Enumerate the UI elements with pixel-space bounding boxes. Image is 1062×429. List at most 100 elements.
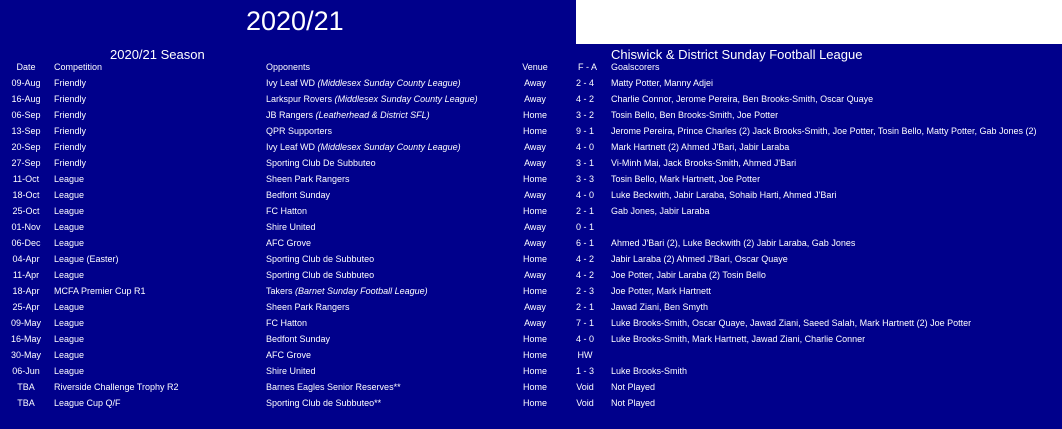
fixture-venue: Away bbox=[524, 94, 546, 104]
table-row: 25-Oct League FC Hatton Home 2 - 1 Gab Jones,… bbox=[0, 203, 1062, 219]
fixture-score: 3 - 1 bbox=[575, 158, 594, 168]
fixture-competition: Friendly bbox=[54, 142, 87, 152]
fixture-score: 2 - 4 bbox=[575, 78, 594, 88]
fixture-date: 16-May bbox=[10, 334, 41, 344]
table-row: 13-Sep Friendly QPR Supporters Home 9 - 1 Jer… bbox=[0, 123, 1062, 139]
fixture-venue: Away bbox=[524, 270, 546, 280]
fixture-competition: League bbox=[54, 302, 85, 312]
column-header-date: Date bbox=[16, 62, 36, 72]
fixture-date: 25-Apr bbox=[12, 302, 40, 312]
opponent-name: Sporting Club de Subbuteo** bbox=[266, 398, 382, 408]
fixture-competition: Friendly bbox=[54, 94, 87, 104]
opponent-name: Sheen Park Rangers bbox=[266, 302, 350, 312]
fixtures-table: Date Competition Opponents Venue F - A G… bbox=[0, 60, 1062, 411]
fixture-score: 6 - 1 bbox=[575, 238, 594, 248]
fixture-competition: League bbox=[54, 174, 85, 184]
fixture-competition: Friendly bbox=[54, 78, 87, 88]
fixture-competition: MCFA Premier Cup R1 bbox=[54, 286, 146, 296]
fixture-opponent: Sporting Club De Subbuteo bbox=[266, 155, 376, 171]
fixture-score: 4 - 0 bbox=[575, 142, 594, 152]
fixture-goalscorers: Ahmed J'Bari (2), Luke Beckwith (2) Jabi… bbox=[611, 238, 856, 248]
fixture-date: 27-Sep bbox=[11, 158, 41, 168]
fixture-goalscorers: Mark Hartnett (2) Ahmed J'Bari, Jabir La… bbox=[611, 142, 790, 152]
fixture-competition: League bbox=[54, 238, 85, 248]
fixture-venue: Away bbox=[524, 158, 546, 168]
table-row: 06-Sep Friendly JB Rangers (Leatherhead & … bbox=[0, 107, 1062, 123]
fixture-score: 0 - 1 bbox=[575, 222, 594, 232]
fixture-score: 4 - 0 bbox=[575, 190, 594, 200]
fixture-goalscorers: Luke Brooks-Smith bbox=[611, 366, 688, 376]
fixture-opponent: JB Rangers (Leatherhead & District SFL) bbox=[266, 107, 430, 123]
header-blank-panel bbox=[576, 0, 1062, 44]
opponent-name: FC Hatton bbox=[266, 318, 308, 328]
fixture-venue: Home bbox=[522, 174, 547, 184]
fixture-venue: Away bbox=[524, 142, 546, 152]
fixture-opponent: AFC Grove bbox=[266, 235, 311, 251]
fixture-goalscorers: Jawad Ziani, Ben Smyth bbox=[611, 302, 709, 312]
fixture-date: TBA bbox=[17, 398, 35, 408]
fixture-goalscorers: Not Played bbox=[611, 398, 656, 408]
fixture-venue: Home bbox=[522, 110, 547, 120]
opponent-name: JB Rangers bbox=[266, 110, 314, 120]
fixture-competition: Friendly bbox=[54, 110, 87, 120]
fixture-score: Void bbox=[576, 382, 594, 392]
fixture-date: 06-Jun bbox=[12, 366, 40, 376]
fixture-goalscorers: Vi-Minh Mai, Jack Brooks-Smith, Ahmed J'… bbox=[611, 158, 797, 168]
fixture-competition: League bbox=[54, 206, 85, 216]
page-title: 2020/21 bbox=[246, 6, 344, 36]
table-row: 09-Aug Friendly Ivy Leaf WD (Middlesex Sun… bbox=[0, 75, 1062, 91]
fixture-score: 3 - 2 bbox=[575, 110, 594, 120]
opponent-name: Larkspur Rovers bbox=[266, 94, 333, 104]
fixture-competition: League bbox=[54, 270, 85, 280]
fixture-goalscorers: Tosin Bello, Mark Hartnett, Joe Potter bbox=[611, 174, 761, 184]
fixture-opponent: Bedfont Sunday bbox=[266, 331, 330, 347]
fixture-goalscorers: Not Played bbox=[611, 382, 656, 392]
opponent-name: Sporting Club de Subbuteo bbox=[266, 270, 375, 280]
fixture-goalscorers: Gab Jones, Jabir Laraba bbox=[611, 206, 710, 216]
opponent-name: FC Hatton bbox=[266, 206, 308, 216]
table-row: 18-Apr MCFA Premier Cup R1 Takers (Barnet … bbox=[0, 283, 1062, 299]
fixture-score: 9 - 1 bbox=[575, 126, 594, 136]
fixture-opponent: Sheen Park Rangers bbox=[266, 299, 350, 315]
table-row: 09-May League FC Hatton Away 7 - 1 Luke Brook… bbox=[0, 315, 1062, 331]
fixture-date: 09-Aug bbox=[11, 78, 41, 88]
opponent-name: Shire United bbox=[266, 366, 316, 376]
opponent-name: Ivy Leaf WD bbox=[266, 142, 316, 152]
fixture-venue: Home bbox=[522, 254, 547, 264]
table-row: TBA Riverside Challenge Trophy R2 Barnes E… bbox=[0, 379, 1062, 395]
fixture-goalscorers: Luke Brooks-Smith, Oscar Quaye, Jawad Zi… bbox=[611, 318, 972, 328]
fixture-score: 1 - 3 bbox=[575, 366, 594, 376]
table-row: TBA League Cup Q/F Sporting Club de Subbut… bbox=[0, 395, 1062, 411]
fixture-opponent: Shire United bbox=[266, 363, 316, 379]
opponent-name: Sheen Park Rangers bbox=[266, 174, 350, 184]
fixture-venue: Home bbox=[522, 286, 547, 296]
table-row: 25-Apr League Sheen Park Rangers Away 2 - 1 J… bbox=[0, 299, 1062, 315]
fixture-venue: Home bbox=[522, 126, 547, 136]
fixture-date: 06-Sep bbox=[11, 110, 41, 120]
fixture-score: 2 - 1 bbox=[575, 302, 594, 312]
fixture-opponent: FC Hatton bbox=[266, 203, 307, 219]
fixture-venue: Home bbox=[522, 206, 547, 216]
fixture-date: 18-Oct bbox=[12, 190, 40, 200]
fixture-goalscorers: Tosin Bello, Ben Brooks-Smith, Joe Potte… bbox=[611, 110, 779, 120]
opponent-name: Shire United bbox=[266, 222, 316, 232]
fixture-score: 2 - 1 bbox=[575, 206, 594, 216]
opponent-name: Barnes Eagles Senior Reserves** bbox=[266, 382, 401, 392]
fixture-score: HW bbox=[577, 350, 593, 360]
table-row: 20-Sep Friendly Ivy Leaf WD (Middlesex Sun… bbox=[0, 139, 1062, 155]
fixture-competition: League Cup Q/F bbox=[54, 398, 121, 408]
fixture-score: 2 - 3 bbox=[575, 286, 594, 296]
fixture-opponent: Sporting Club de Subbuteo bbox=[266, 267, 374, 283]
fixture-opponent: Sporting Club de Subbuteo** bbox=[266, 395, 381, 411]
opponent-league: (Middlesex Sunday County League) bbox=[317, 78, 461, 88]
fixture-competition: League bbox=[54, 222, 85, 232]
fixture-date: 18-Apr bbox=[12, 286, 40, 296]
fixture-competition: League (Easter) bbox=[54, 254, 119, 264]
opponent-name: Sporting Club de Subbuteo bbox=[266, 254, 375, 264]
fixture-goalscorers: Luke Beckwith, Jabir Laraba, Sohaib Hart… bbox=[611, 190, 837, 200]
table-row: 04-Apr League (Easter) Sporting Club de Su… bbox=[0, 251, 1062, 267]
column-header-goalscorers: Goalscorers bbox=[611, 62, 660, 72]
fixture-date: 04-Apr bbox=[12, 254, 40, 264]
fixture-opponent: Ivy Leaf WD (Middlesex Sunday County Lea… bbox=[266, 75, 461, 91]
fixture-opponent: Bedfont Sunday bbox=[266, 187, 330, 203]
